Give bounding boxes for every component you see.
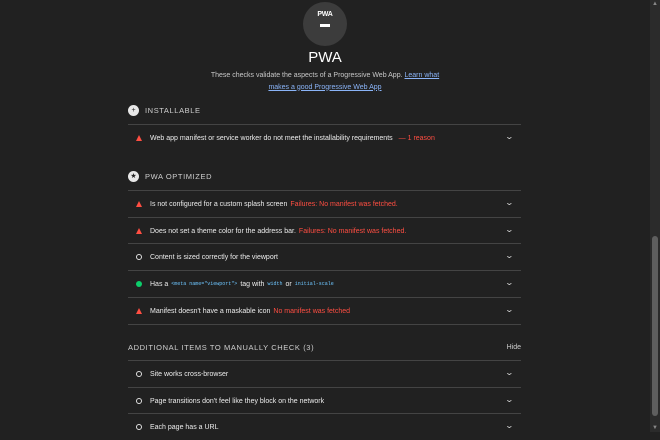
- code-snippet: width: [267, 281, 283, 287]
- audit-title: Web app manifest or service worker do no…: [150, 134, 393, 142]
- audit-error: No manifest was fetched: [273, 307, 351, 315]
- manual-circle-icon: [136, 398, 142, 404]
- category-title: PWA: [308, 49, 342, 66]
- star-circle-icon: ★: [128, 170, 139, 182]
- audit-title: Does not set a theme color for the addre…: [150, 227, 296, 235]
- scrollbar-thumb[interactable]: [652, 236, 658, 416]
- audit-title: Is not configured for a custom splash sc…: [150, 200, 288, 208]
- audit-cross-browser[interactable]: Site works cross-browser ⌄: [128, 360, 521, 387]
- fail-triangle-icon: [136, 201, 142, 207]
- vertical-scrollbar[interactable]: ▲ ▼: [650, 0, 660, 432]
- audit-title: Site works cross-browser: [150, 370, 229, 378]
- audit-content-width[interactable]: Content is sized correctly for the viewp…: [128, 243, 521, 270]
- audit-viewport[interactable]: Has a <meta name="viewport"> tag with wi…: [128, 270, 521, 297]
- manual-circle-icon: [136, 254, 142, 260]
- audit-page-url[interactable]: Each page has a URL ⌄: [128, 413, 521, 440]
- chevron-down-icon[interactable]: ⌄: [505, 395, 514, 404]
- manual-circle-icon: [136, 371, 142, 377]
- code-snippet: initial-scale: [294, 281, 334, 287]
- gauge-label: PWA: [317, 11, 333, 18]
- audit-error: — 1 reason: [398, 134, 435, 142]
- chevron-down-icon[interactable]: ⌄: [505, 278, 514, 287]
- gauge-dash-icon: [320, 24, 330, 27]
- audit-title-part: tag with: [240, 280, 265, 288]
- pwa-optimized-group-label: PWA OPTIMIZED: [145, 171, 213, 181]
- category-description: These checks validate the aspects of a P…: [200, 70, 450, 93]
- audit-error: Failures: No manifest was fetched.: [290, 200, 398, 208]
- audit-title: Each page has a URL: [150, 423, 219, 431]
- chevron-down-icon[interactable]: ⌄: [505, 225, 514, 234]
- audit-theme-color[interactable]: Does not set a theme color for the addre…: [128, 217, 521, 244]
- audit-splash-screen[interactable]: Is not configured for a custom splash sc…: [128, 190, 521, 217]
- chevron-down-icon[interactable]: ⌄: [505, 132, 514, 141]
- audit-title: Content is sized correctly for the viewp…: [150, 253, 278, 261]
- installable-group-header: + INSTALLABLE: [128, 103, 201, 117]
- chevron-down-icon[interactable]: ⌄: [505, 421, 514, 430]
- manual-group-label: ADDITIONAL ITEMS TO MANUALLY CHECK (3): [128, 342, 315, 352]
- audit-error: Failures: No manifest was fetched.: [298, 227, 407, 235]
- scroll-down-arrow-icon[interactable]: ▼: [651, 425, 659, 431]
- audit-title-part: or: [285, 280, 292, 288]
- audit-title: Manifest doesn't have a maskable icon: [150, 307, 271, 315]
- installable-group-label: INSTALLABLE: [145, 105, 201, 115]
- scroll-up-arrow-icon[interactable]: ▲: [651, 1, 659, 7]
- hide-button[interactable]: Hide: [507, 344, 521, 351]
- code-snippet: <meta name="viewport">: [171, 281, 238, 287]
- audit-installability[interactable]: Web app manifest or service worker do no…: [128, 124, 521, 151]
- manual-group-header: ADDITIONAL ITEMS TO MANUALLY CHECK (3) H…: [128, 340, 521, 354]
- chevron-down-icon[interactable]: ⌄: [505, 198, 514, 207]
- audit-maskable-icon[interactable]: Manifest doesn't have a maskable icon No…: [128, 297, 521, 325]
- fail-triangle-icon: [136, 135, 142, 141]
- plus-circle-icon: +: [128, 104, 139, 116]
- report-page: PWA PWA These checks validate the aspect…: [0, 0, 650, 432]
- pwa-optimized-group-header: ★ PWA OPTIMIZED: [128, 169, 212, 183]
- fail-triangle-icon: [136, 308, 142, 314]
- manual-circle-icon: [136, 424, 142, 430]
- chevron-down-icon[interactable]: ⌄: [505, 368, 514, 377]
- audit-title: Page transitions don't feel like they bl…: [150, 397, 325, 405]
- pass-dot-icon: [136, 281, 142, 287]
- chevron-down-icon[interactable]: ⌄: [505, 251, 514, 260]
- chevron-down-icon[interactable]: ⌄: [505, 305, 514, 314]
- audit-title-part: Has a: [150, 280, 169, 288]
- description-text: These checks validate the aspects of a P…: [210, 72, 405, 79]
- fail-triangle-icon: [136, 228, 142, 234]
- pwa-gauge[interactable]: PWA: [303, 2, 347, 46]
- audit-page-transitions[interactable]: Page transitions don't feel like they bl…: [128, 387, 521, 414]
